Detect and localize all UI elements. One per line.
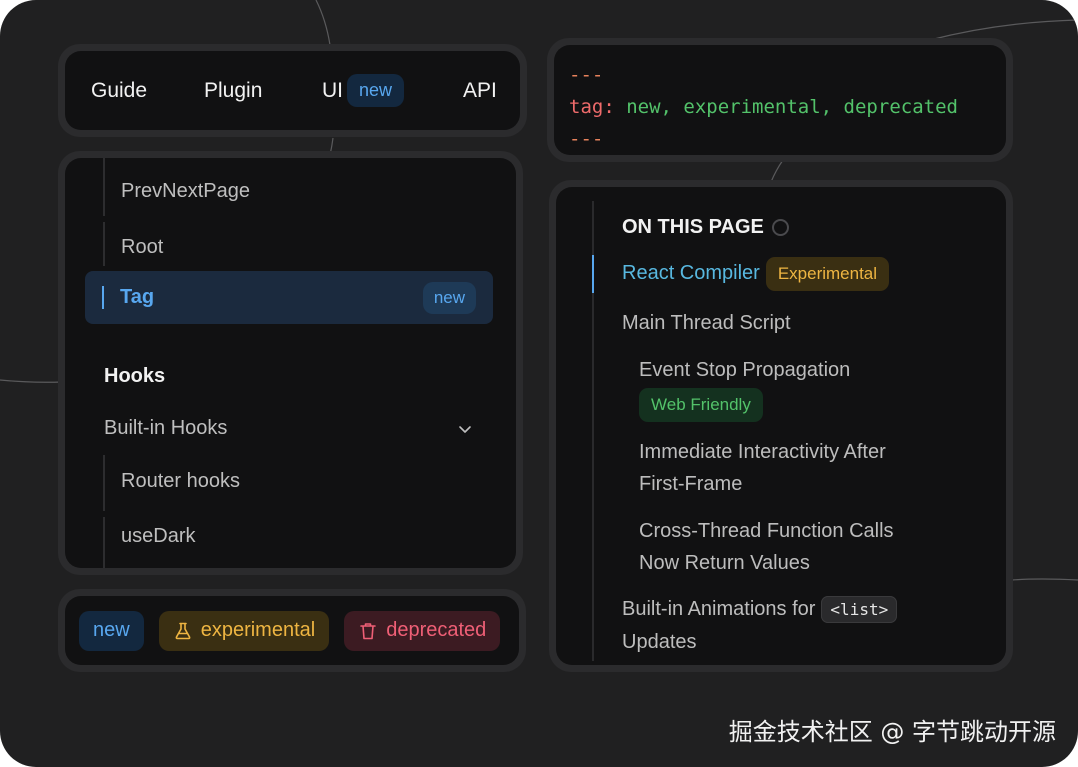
toc-item-label-line2: First-Frame [639,473,743,495]
toc-item-built-in-animations[interactable]: Built-in Animations for <list> Updates [622,593,898,658]
badges-row: new experimental deprecated [65,596,519,665]
nav-item-guide[interactable]: Guide [91,79,204,103]
canvas: Guide Plugin UI new API PrevNextPage Roo… [0,0,1078,767]
code-line-3: --- [569,123,1006,155]
badge-deprecated[interactable]: deprecated [344,610,501,651]
sidebar-tag-new-badge: new [422,281,476,314]
toc-title-label: ON THIS PAGE [622,216,764,238]
sidebar-section-hooks: Hooks [104,365,166,387]
active-indicator [102,286,104,309]
chevron-down-icon[interactable] [457,421,473,437]
nav-card: Guide Plugin UI new API [58,44,527,137]
toc-item-event-stop-propagation[interactable]: Event Stop Propagation Web Friendly [639,354,850,422]
toc-item-label: React Compiler [622,262,760,284]
toc-title: ON THIS PAGE [622,216,789,239]
badges-card: new experimental deprecated [58,589,526,672]
code-value: new, experimental, deprecated [626,96,958,118]
code-delimiter-open: --- [569,64,604,86]
toc-item-label: Immediate Interactivity After [639,441,886,463]
sidebar-item-prevnextpage[interactable]: PrevNextPage [121,180,250,203]
sidebar-item-usedark[interactable]: useDark [121,525,195,548]
toc-item-label-line2: Now Return Values [639,552,810,574]
experimental-badge: Experimental [765,257,890,291]
frontmatter-code-card: --- tag: new, experimental, deprecated -… [547,38,1013,162]
toc-item-immediate-interactivity[interactable]: Immediate Interactivity After First-Fram… [639,436,886,500]
sidebar-tree-line [103,158,105,216]
badge-new[interactable]: new [79,610,144,651]
nav-item-ui-label: UI [322,78,343,102]
toc-item-main-thread-script[interactable]: Main Thread Script [622,307,791,339]
nav-ui-new-badge: new [347,74,405,107]
nav-bar: Guide Plugin UI new API [65,51,520,130]
sidebar-item-tag[interactable]: Tag new [85,271,493,324]
sidebar-card: PrevNextPage Root Tag new Hooks Built-in… [58,151,523,575]
badge-experimental-label: experimental [200,619,316,641]
sidebar-tree-line [103,222,105,266]
web-friendly-badge-wrap: Web Friendly [639,388,850,422]
sidebar-item-router-hooks[interactable]: Router hooks [121,470,240,493]
sidebar-tree-line [103,517,105,568]
toc-card: ON THIS PAGE React Compiler Experimental … [549,180,1013,672]
nav-item-ui[interactable]: UI new [322,74,463,107]
code-key: tag: [569,96,615,118]
list-code-chip: <list> [821,596,898,623]
sidebar-tree-line [103,455,105,511]
code-line-1: --- [569,59,1006,91]
toc-item-label: Built-in Animations for [622,598,816,620]
toc-item-react-compiler[interactable]: React Compiler Experimental [622,257,890,291]
nav-item-api[interactable]: API [463,79,497,103]
progress-circle-icon [771,219,789,236]
sidebar-group-built-in-hooks[interactable]: Built-in Hooks [104,417,227,440]
badge-new-label: new [93,619,130,641]
frontmatter-code-block: --- tag: new, experimental, deprecated -… [554,45,1006,155]
trash-icon [360,622,377,639]
toc-item-label: Event Stop Propagation [639,359,851,381]
toc-item-cross-thread-function-calls[interactable]: Cross-Thread Function Calls Now Return V… [639,515,894,579]
watermark: 掘金技术社区 @ 字节跳动开源 [728,718,1056,746]
toc-active-indicator [592,255,594,293]
nav-item-plugin[interactable]: Plugin [204,79,322,103]
badge-deprecated-label: deprecated [386,619,487,641]
sidebar-item-tag-label: Tag [120,286,155,308]
flask-icon [175,622,191,639]
toc-item-label-line2: Updates [622,631,697,653]
code-line-2: tag: new, experimental, deprecated [569,91,1006,123]
code-delimiter-close: --- [569,128,604,150]
toc-item-label: Cross-Thread Function Calls [639,520,894,542]
toc-item-label-row: Built-in Animations for <list> [622,593,898,626]
table-of-contents: ON THIS PAGE React Compiler Experimental … [556,187,1006,665]
sidebar: PrevNextPage Root Tag new Hooks Built-in… [65,158,516,568]
badge-experimental[interactable]: experimental [158,610,330,651]
web-friendly-badge: Web Friendly [639,388,763,422]
sidebar-item-root[interactable]: Root [121,236,163,259]
